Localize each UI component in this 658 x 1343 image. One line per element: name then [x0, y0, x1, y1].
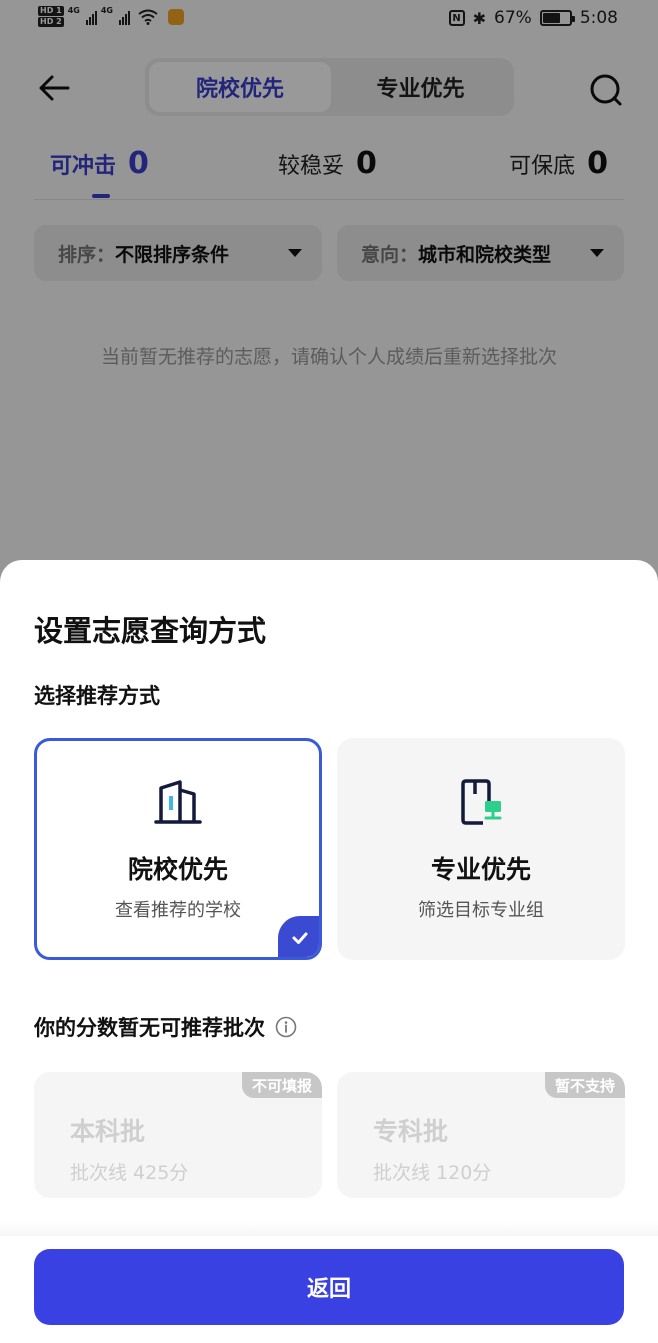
selected-check-badge	[278, 916, 319, 957]
book-network-icon	[461, 779, 502, 825]
option-major-subtitle: 筛选目标专业组	[418, 900, 544, 921]
section-recommend-mode: 选择推荐方式	[34, 684, 160, 708]
sheet-title: 设置志愿查询方式	[34, 614, 267, 648]
return-button[interactable]: 返回	[34, 1249, 624, 1325]
option-major-first[interactable]: 专业优先 筛选目标专业组	[337, 738, 625, 960]
batch-undergraduate-badge: 不可填报	[241, 1072, 322, 1098]
option-school-title: 院校优先	[127, 855, 228, 884]
batch-vocational-badge: 暂不支持	[544, 1072, 625, 1098]
check-icon	[292, 932, 308, 944]
batch-vocational: 暂不支持 专科批 批次线 120分	[337, 1072, 625, 1198]
section-batch: 你的分数暂无可推荐批次	[34, 1012, 297, 1042]
info-icon[interactable]	[275, 1016, 297, 1038]
batch-vocational-title: 专科批	[373, 1117, 449, 1146]
batch-undergraduate-title: 本科批	[70, 1117, 146, 1146]
option-major-title: 专业优先	[430, 855, 531, 884]
batch-vocational-line: 批次线 120分	[373, 1162, 492, 1184]
section-batch-label: 你的分数暂无可推荐批次	[34, 1016, 265, 1040]
option-school-first[interactable]: 院校优先 查看推荐的学校	[34, 738, 322, 960]
footer-divider	[0, 1222, 658, 1236]
batch-undergraduate: 不可填报 本科批 批次线 425分	[34, 1072, 322, 1198]
option-school-subtitle: 查看推荐的学校	[115, 900, 241, 921]
batch-undergraduate-line: 批次线 425分	[70, 1162, 189, 1184]
building-icon	[154, 780, 202, 824]
query-mode-sheet: 设置志愿查询方式 选择推荐方式 院校优先 查看推荐的学校 专业优先 筛选目标专业…	[0, 560, 658, 1343]
